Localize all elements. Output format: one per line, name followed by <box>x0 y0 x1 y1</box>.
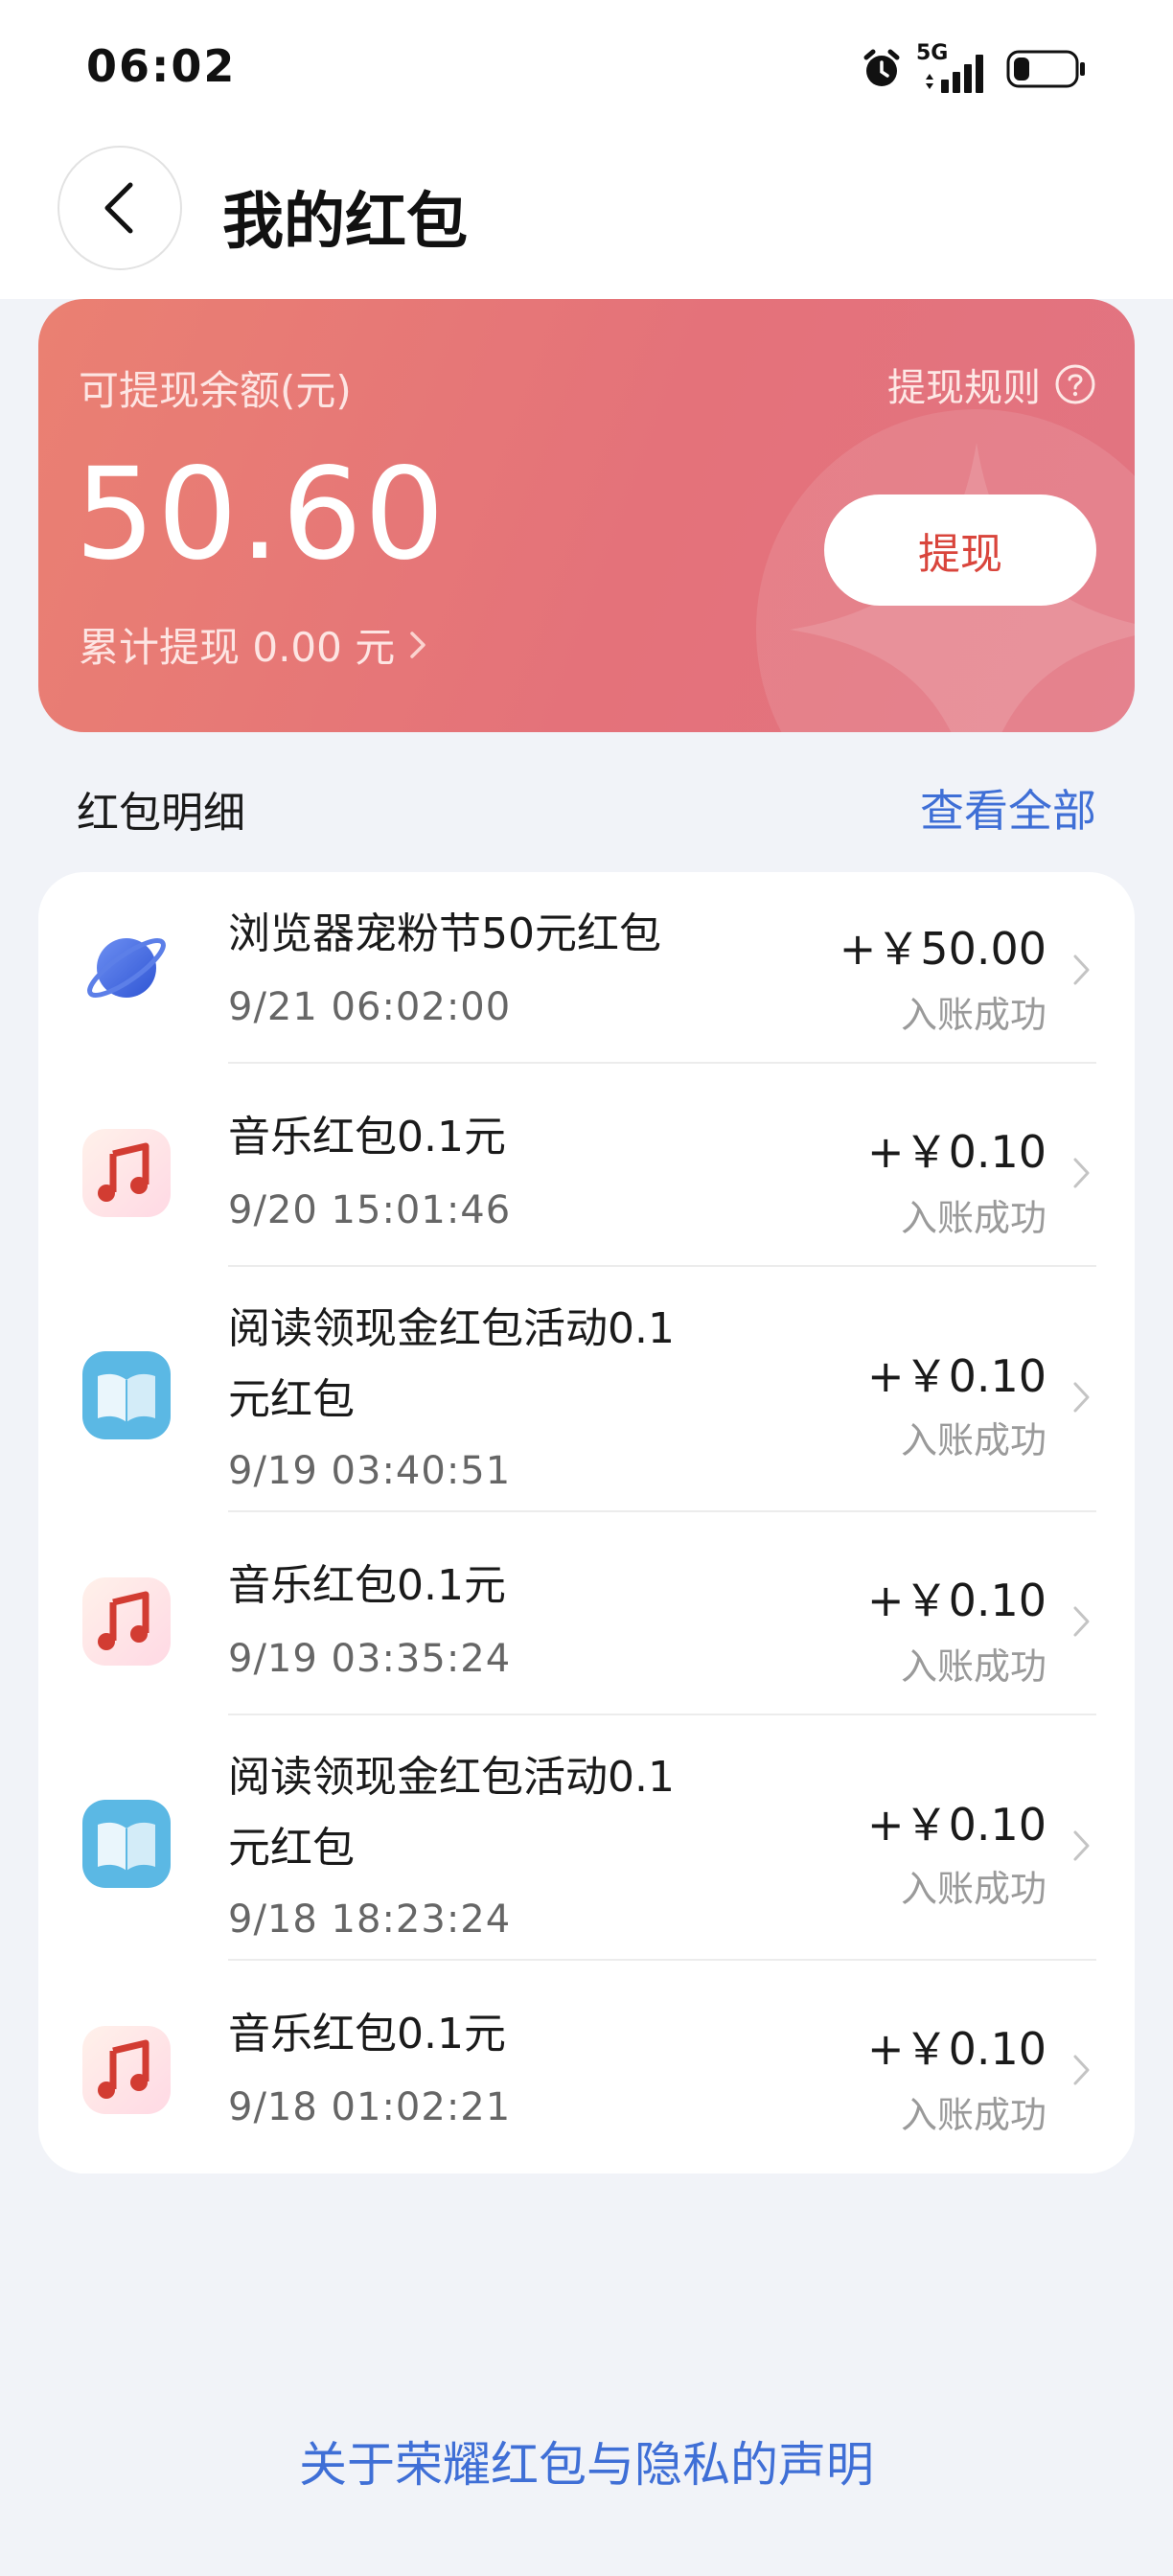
chevron-right-icon <box>410 631 426 658</box>
item-amount: +￥0.10 <box>867 1126 1046 1178</box>
item-time: 9/18 18:23:24 <box>228 1898 512 1942</box>
item-title-continued: 元红包 <box>228 1824 355 1873</box>
total-withdrawn-label: 累计提现 0.00 元 <box>79 624 396 671</box>
item-title: 音乐红包0.1元 <box>228 2010 506 2058</box>
list-item[interactable]: 音乐红包0.1元 9/18 01:02:21 +￥0.10 入账成功 <box>38 1961 1135 2174</box>
status-icons: 5G <box>861 41 1087 96</box>
music-icon <box>82 2026 171 2114</box>
reading-icon <box>82 1351 171 1439</box>
details-list: 浏览器宠粉节50元红包 9/21 06:02:00 +￥50.00 入账成功 音… <box>38 872 1135 2174</box>
list-item[interactable]: 阅读领现金红包活动0.1 元红包 9/18 18:23:24 +￥0.10 入账… <box>38 1715 1135 1961</box>
item-time: 9/19 03:40:51 <box>228 1449 512 1493</box>
balance-label: 可提现余额(元) <box>79 367 352 414</box>
list-item[interactable]: 阅读领现金红包活动0.1 元红包 9/19 03:40:51 +￥0.10 入账… <box>38 1267 1135 1512</box>
total-withdrawn-link[interactable]: 累计提现 0.00 元 <box>79 615 429 674</box>
chevron-right-icon <box>1073 1382 1090 1413</box>
item-time: 9/18 01:02:21 <box>228 2085 512 2129</box>
item-title: 音乐红包0.1元 <box>228 1561 506 1610</box>
item-title: 音乐红包0.1元 <box>228 1113 506 1162</box>
status-time: 06:02 <box>86 40 237 92</box>
back-arrow-icon <box>104 182 133 234</box>
item-title: 阅读领现金红包活动0.1 <box>228 1304 675 1353</box>
item-status: 入账成功 <box>900 1197 1046 1239</box>
reading-icon <box>82 1800 171 1888</box>
back-button[interactable] <box>58 146 182 270</box>
privacy-statement-link[interactable]: 关于荣耀红包与隐私的声明 <box>0 2426 1173 2496</box>
item-amount: +￥0.10 <box>867 1575 1046 1626</box>
balance-card: 可提现余额(元) 提现规则 50.60 提现 累计提现 0.00 元 <box>38 299 1135 732</box>
balance-amount: 50.60 <box>75 441 447 588</box>
item-status: 入账成功 <box>900 994 1046 1036</box>
list-item[interactable]: 音乐红包0.1元 9/20 15:01:46 +￥0.10 入账成功 <box>38 1064 1135 1267</box>
item-status: 入账成功 <box>900 2094 1046 2136</box>
music-icon <box>82 1577 171 1666</box>
page-header: 我的红包 <box>0 144 1173 278</box>
details-header: 红包明细 查看全部 <box>77 774 1096 841</box>
chevron-right-icon <box>1073 2055 1090 2085</box>
item-status: 入账成功 <box>900 1645 1046 1688</box>
item-status: 入账成功 <box>900 1868 1046 1910</box>
chevron-right-icon <box>1073 1830 1090 1861</box>
item-amount: +￥0.10 <box>867 2023 1046 2075</box>
chevron-right-icon <box>1073 1158 1090 1188</box>
item-time: 9/20 15:01:46 <box>228 1188 512 1232</box>
network-indicator: 5G <box>916 41 993 93</box>
signal-icon <box>926 55 983 93</box>
item-title-continued: 元红包 <box>228 1375 355 1424</box>
item-amount: +￥50.00 <box>839 923 1046 975</box>
list-item[interactable]: 浏览器宠粉节50元红包 9/21 06:02:00 +￥50.00 入账成功 <box>38 872 1135 1064</box>
music-icon <box>82 1129 171 1217</box>
chevron-right-icon <box>1073 1606 1090 1637</box>
chevron-right-icon <box>1073 954 1090 985</box>
item-time: 9/21 06:02:00 <box>228 985 512 1029</box>
item-amount: +￥0.10 <box>867 1799 1046 1851</box>
withdraw-rules-label: 提现规则 <box>887 366 1041 410</box>
item-amount: +￥0.10 <box>867 1350 1046 1402</box>
details-title: 红包明细 <box>77 789 245 838</box>
item-time: 9/19 03:35:24 <box>228 1637 512 1681</box>
browser-icon <box>87 938 166 998</box>
withdraw-rules-link[interactable]: 提现规则 <box>887 356 1096 412</box>
status-bar: 06:02 5G <box>0 0 1173 134</box>
page-title: 我的红包 <box>222 187 468 258</box>
top-bar: 06:02 5G 我的红包 <box>0 0 1173 299</box>
item-title: 阅读领现金红包活动0.1 <box>228 1753 675 1802</box>
item-title: 浏览器宠粉节50元红包 <box>228 909 661 958</box>
help-icon <box>1055 364 1095 404</box>
withdraw-button[interactable]: 提现 <box>824 494 1096 606</box>
list-item[interactable]: 音乐红包0.1元 9/19 03:35:24 +￥0.10 入账成功 <box>38 1512 1135 1715</box>
battery-icon <box>1006 50 1085 88</box>
alarm-icon <box>863 49 900 86</box>
view-all-link[interactable]: 查看全部 <box>920 776 1096 840</box>
item-status: 入账成功 <box>900 1419 1046 1461</box>
